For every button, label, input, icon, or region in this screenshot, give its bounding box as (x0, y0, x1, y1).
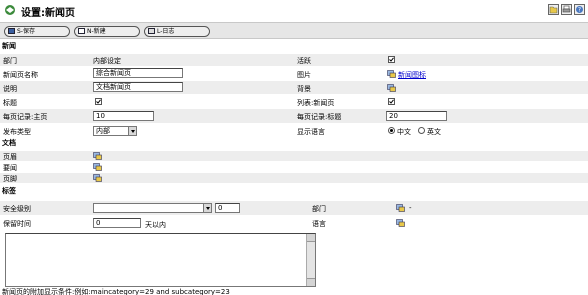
svg-text:?: ? (578, 7, 581, 14)
list-checkbox[interactable] (388, 98, 395, 105)
toolbar: S-保存 N-新建 L-日志 (0, 22, 588, 39)
tags-department-value: - (409, 204, 412, 212)
records-tag-input[interactable]: 20 (386, 111, 447, 121)
type-label: 发布类型 (3, 128, 31, 136)
row-department: 部门 内部设定 活跃 (0, 54, 588, 66)
scroll-up-icon[interactable] (307, 234, 315, 242)
doc-footer-picker-icon[interactable] (93, 174, 102, 182)
row-doc-header: 页眉 (0, 151, 588, 161)
language-radio-chinese[interactable] (388, 127, 395, 134)
language-radio-english[interactable] (418, 127, 425, 134)
save-label: S-保存 (17, 28, 35, 35)
chevron-down-icon (203, 204, 211, 212)
section-document-heading: 文档 (2, 139, 16, 147)
doc-header-label: 页眉 (3, 153, 17, 161)
image-link[interactable]: 新闻图标 (398, 70, 426, 80)
page-title: 设置:新闻页 (21, 8, 75, 19)
doc-header-picker-icon[interactable] (93, 152, 102, 160)
security-number-input[interactable]: 0 (215, 203, 240, 213)
log-icon (148, 28, 155, 34)
textarea-scrollbar[interactable] (306, 234, 315, 286)
app-logo-icon (4, 4, 16, 16)
folder-icon[interactable] (548, 4, 559, 15)
image-label: 图片 (297, 71, 311, 79)
type-select[interactable]: 内部 (93, 126, 137, 136)
new-button[interactable]: N-新建 (74, 26, 140, 37)
doc-summary-label: 要闻 (3, 164, 17, 172)
department-value: 内部设定 (93, 57, 121, 65)
new-label: N-新建 (87, 28, 106, 35)
tags-language-label: 语言 (312, 220, 326, 228)
row-type: 发布类型 内部 显示语言 中文 英文 (0, 124, 588, 137)
active-checkbox[interactable] (388, 56, 395, 63)
records-main-label: 每页记录:主页 (3, 113, 48, 121)
image-picker-icon[interactable] (387, 70, 396, 78)
tags-department-label: 部门 (312, 205, 326, 213)
security-select[interactable] (93, 203, 212, 213)
save-icon (8, 28, 15, 34)
log-button[interactable]: L-日志 (144, 26, 210, 37)
records-tag-label: 每页记录:标题 (297, 113, 342, 121)
doc-footer-label: 页脚 (3, 175, 17, 183)
row-retention: 保留时间 0 天以内 语言 (0, 216, 588, 230)
list-label: 列表:新闻页 (297, 99, 335, 107)
retention-label: 保留时间 (3, 220, 31, 228)
title-checkbox[interactable] (95, 98, 102, 105)
language-label: 显示语言 (297, 128, 325, 136)
tags-department-picker-icon[interactable] (396, 204, 405, 212)
print-icon[interactable] (561, 4, 572, 15)
title-label: 标题 (3, 99, 17, 107)
title-bar: 设置:新闻页 ? (0, 0, 588, 20)
section-tags-heading: 标签 (2, 187, 16, 195)
help-icon[interactable]: ? (574, 4, 585, 15)
row-records: 每页记录:主页 10 每页记录:标题 20 (0, 109, 588, 123)
row-doc-summary: 要闻 (0, 162, 588, 172)
section-news-heading: 新闻 (2, 42, 16, 50)
background-picker-icon[interactable] (387, 84, 396, 92)
new-icon (78, 28, 85, 34)
row-name: 新闻页名称 综合新闻页 图片 新闻图标 (0, 67, 588, 80)
scroll-down-icon[interactable] (307, 278, 315, 286)
log-label: L-日志 (157, 28, 175, 35)
description-input[interactable]: 文档新闻页 (93, 82, 183, 92)
security-label: 安全级别 (3, 205, 31, 213)
language-option-english: 英文 (427, 128, 441, 136)
condition-textarea[interactable] (5, 233, 316, 287)
retention-input[interactable]: 0 (93, 218, 141, 228)
doc-summary-picker-icon[interactable] (93, 163, 102, 171)
row-description: 说明 文档新闻页 背景 (0, 81, 588, 94)
row-security: 安全级别 0 部门 - (0, 201, 588, 215)
row-doc-footer: 页脚 (0, 173, 588, 183)
tags-language-picker-icon[interactable] (396, 219, 405, 227)
active-label: 活跃 (297, 57, 311, 65)
description-label: 说明 (3, 85, 17, 93)
chevron-down-icon (128, 127, 136, 135)
condition-hint: 新闻页的附加显示条件:例如:maincategory=29 and subcat… (2, 288, 230, 295)
name-label: 新闻页名称 (3, 71, 38, 79)
background-label: 背景 (297, 85, 311, 93)
retention-unit: 天以内 (145, 221, 166, 229)
type-select-value: 内部 (96, 127, 110, 135)
row-title: 标题 列表:新闻页 (0, 95, 588, 108)
records-main-input[interactable]: 10 (93, 111, 154, 121)
save-button[interactable]: S-保存 (4, 26, 70, 37)
department-label: 部门 (3, 57, 17, 65)
name-input[interactable]: 综合新闻页 (93, 68, 183, 78)
language-option-chinese: 中文 (397, 128, 411, 136)
